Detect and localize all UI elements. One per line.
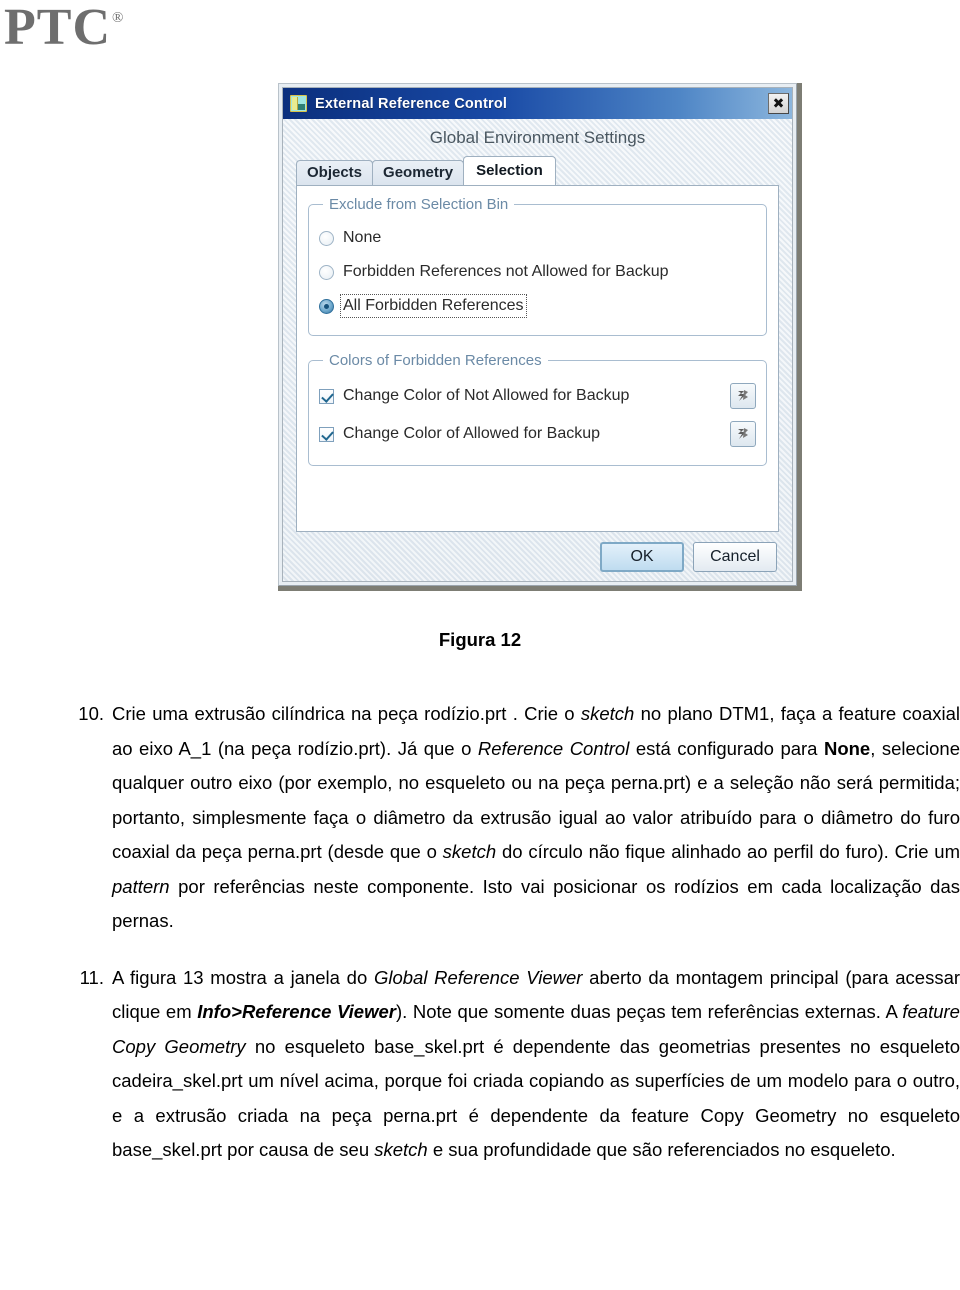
exclude-from-selection-bin-group: Exclude from Selection Bin None Forbidde… xyxy=(308,196,767,336)
selection-tab-panel: Exclude from Selection Bin None Forbidde… xyxy=(296,185,779,532)
radio-row-none[interactable]: None xyxy=(319,221,756,255)
registered-trademark-icon: ® xyxy=(112,10,125,26)
radio-forbidden-not-allowed[interactable] xyxy=(319,264,334,280)
radio-all-forbidden[interactable] xyxy=(319,298,334,314)
dialog-subtitle: Global Environment Settings xyxy=(429,128,646,147)
checkbox-label-change-color-not-allowed: Change Color of Not Allowed for Backup xyxy=(343,387,630,404)
tab-selection[interactable]: Selection xyxy=(463,156,556,185)
list-item-number: 11. xyxy=(79,966,104,988)
ptc-logo-text: PTC xyxy=(4,0,111,56)
list-item-number: 10. xyxy=(78,703,104,724)
close-icon[interactable]: ✖ xyxy=(768,93,789,114)
tab-objects[interactable]: Objects xyxy=(296,160,374,185)
color-swatch-icon-not-allowed[interactable] xyxy=(730,383,756,409)
list-item-text: A figura 13 mostra a janela do Global Re… xyxy=(112,966,960,1161)
radio-row-forbidden-not-allowed[interactable]: Forbidden References not Allowed for Bac… xyxy=(319,255,756,289)
checkbox-label-change-color-allowed: Change Color of Allowed for Backup xyxy=(343,425,601,442)
tab-strip: Objects Geometry Selection xyxy=(283,155,792,185)
external-reference-control-dialog: External Reference Control ✖ Global Envi… xyxy=(278,83,797,586)
color-swatch-icon-allowed[interactable] xyxy=(730,421,756,447)
radio-label-all-forbidden: All Forbidden References xyxy=(340,294,527,318)
figure-caption: Figura 12 xyxy=(438,629,522,650)
checkbox-change-color-not-allowed[interactable] xyxy=(319,388,334,404)
cancel-button[interactable]: Cancel xyxy=(693,542,777,572)
list-item: 10. Crie uma extrusão cilíndrica na peça… xyxy=(76,697,960,939)
list-item: 11. A figura 13 mostra a janela do Globa… xyxy=(76,961,960,1168)
dialog-titlebar: External Reference Control ✖ xyxy=(283,88,792,119)
checkbox-change-color-allowed[interactable] xyxy=(319,426,334,442)
radio-label-forbidden-not-allowed: Forbidden References not Allowed for Bac… xyxy=(343,263,669,280)
exclude-group-legend: Exclude from Selection Bin xyxy=(329,196,509,213)
list-item-text: Crie uma extrusão cilíndrica na peça rod… xyxy=(112,703,960,931)
radio-row-all-forbidden[interactable]: All Forbidden References xyxy=(319,289,756,323)
ok-button[interactable]: OK xyxy=(600,542,684,572)
dialog-title: External Reference Control xyxy=(315,95,508,112)
colors-of-forbidden-references-group: Colors of Forbidden References Change Co… xyxy=(308,352,767,466)
radio-none[interactable] xyxy=(319,230,334,246)
ptc-logo: PTC® xyxy=(4,2,124,54)
colors-group-legend: Colors of Forbidden References xyxy=(329,352,542,369)
checkbox-row-not-allowed: Change Color of Not Allowed for Backup xyxy=(319,377,756,415)
dialog-inner-frame: External Reference Control ✖ Global Envi… xyxy=(282,87,793,582)
dialog-footer: OK Cancel xyxy=(283,532,792,581)
checkbox-row-allowed: Change Color of Allowed for Backup xyxy=(319,415,756,453)
radio-label-none: None xyxy=(343,229,382,246)
tab-geometry[interactable]: Geometry xyxy=(372,160,465,185)
notebook-icon xyxy=(290,95,307,112)
document-body: 10. Crie uma extrusão cilíndrica na peça… xyxy=(76,697,960,1190)
